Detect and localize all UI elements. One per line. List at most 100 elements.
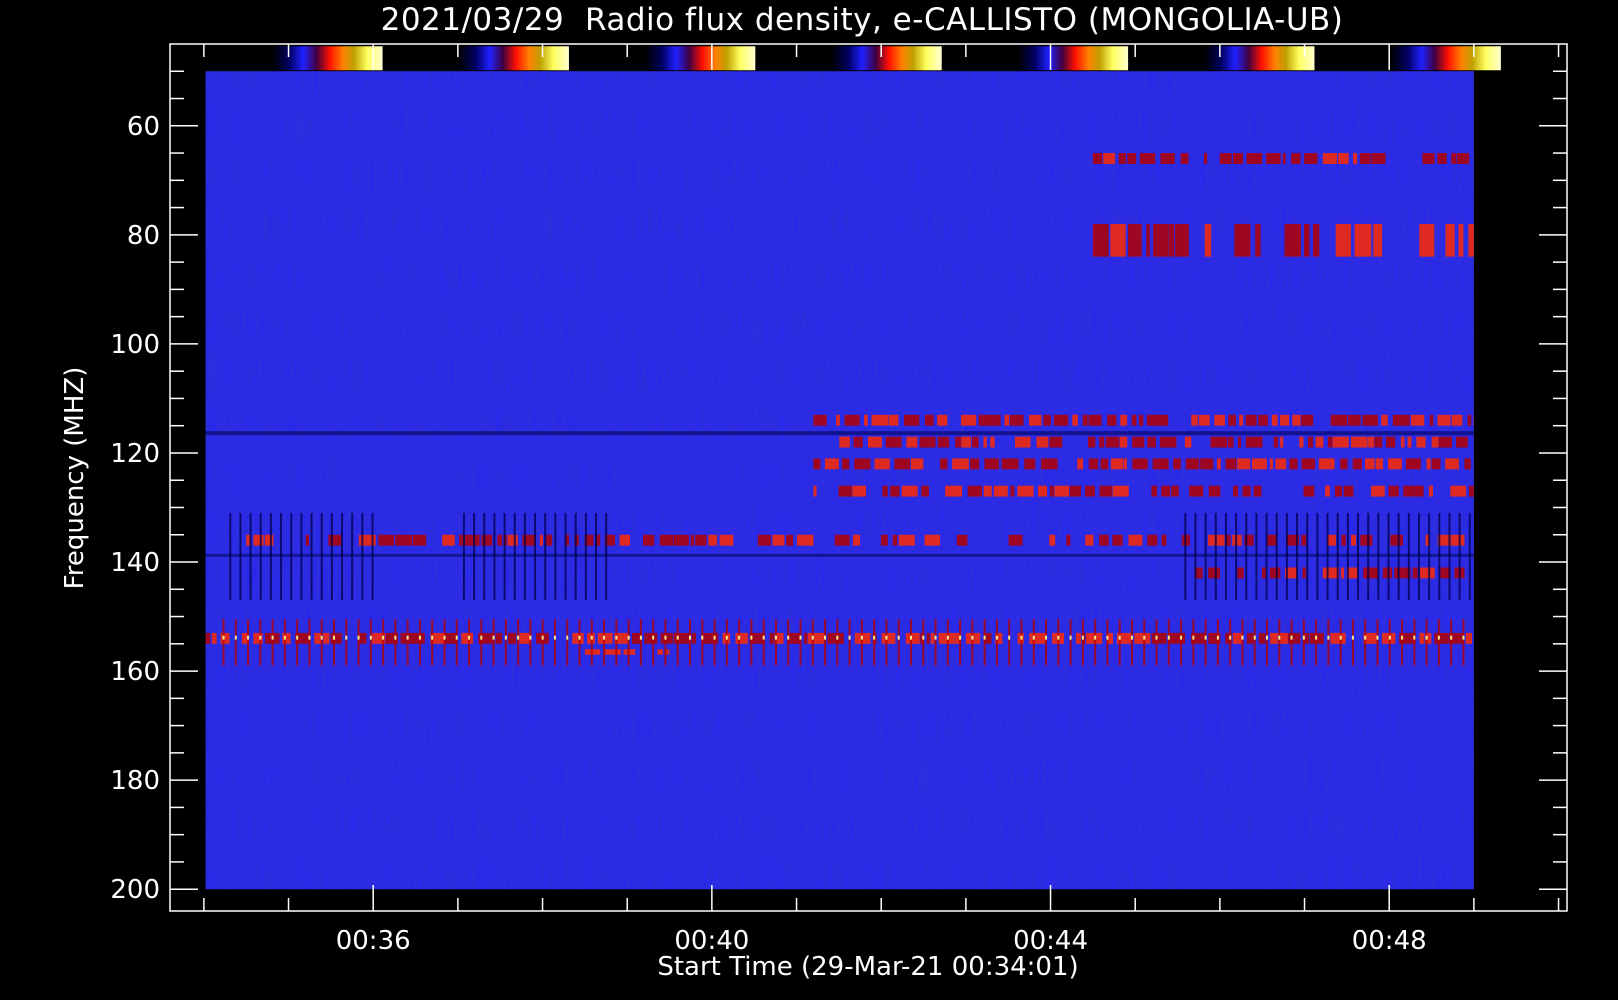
- emission-segment: [546, 534, 553, 546]
- spike-peak: [922, 635, 925, 640]
- emission-segment: [1307, 436, 1314, 448]
- spike-peak: [1216, 635, 1219, 640]
- emission-segment: [813, 414, 827, 426]
- emission-segment: [1253, 485, 1262, 497]
- emission-segment: [1246, 153, 1263, 164]
- emission-segment: [1131, 414, 1137, 426]
- colorbar-2: [458, 46, 569, 71]
- emission-segment: [1233, 153, 1244, 164]
- spike-peak: [320, 635, 323, 640]
- emission-segment: [1400, 436, 1405, 448]
- emission-segment: [888, 414, 899, 426]
- emission-segment: [1258, 632, 1266, 644]
- emission-segment: [898, 534, 915, 546]
- emission-segment: [937, 436, 950, 448]
- spike-peak: [824, 635, 827, 640]
- spectrogram-plot-area: [205, 71, 1474, 890]
- spike-peak: [897, 635, 900, 640]
- spike: [762, 619, 765, 666]
- spike: [283, 619, 286, 666]
- spike: [1376, 619, 1379, 666]
- emission-segment: [1419, 632, 1425, 644]
- emission-segment: [701, 632, 719, 644]
- emission-segment: [1008, 534, 1023, 546]
- emission-segment: [1153, 223, 1169, 257]
- emission-segment: [1282, 153, 1286, 164]
- spike: [541, 619, 544, 666]
- emission-segment: [1075, 632, 1081, 644]
- spike-peak: [639, 635, 642, 640]
- emission-segment: [1029, 414, 1042, 426]
- spike: [1094, 619, 1097, 666]
- emission-segment: [1069, 485, 1082, 497]
- emission-segment: [205, 632, 211, 644]
- emission-segment: [1134, 632, 1151, 644]
- spike-peak: [345, 635, 348, 640]
- spike-peak: [615, 635, 618, 640]
- emission-segment: [1128, 534, 1143, 546]
- spike: [1167, 619, 1170, 666]
- emission-segment: [1458, 223, 1464, 257]
- spike: [836, 619, 839, 666]
- emission-segment: [1416, 436, 1426, 448]
- emission-segment: [1204, 223, 1212, 257]
- spike: [1302, 619, 1305, 666]
- emission-segment: [1353, 153, 1358, 164]
- emission-segment: [1017, 485, 1034, 497]
- emission-segment: [1450, 485, 1467, 497]
- spike-peak: [468, 635, 471, 640]
- emission-segment: [1437, 414, 1451, 426]
- emission-segment: [673, 534, 689, 546]
- emission-segment: [1451, 414, 1463, 426]
- emission-segment: [1392, 414, 1410, 426]
- spike: [1069, 619, 1072, 666]
- spectrogram-noise: [205, 71, 1474, 890]
- emission-segment: [314, 632, 322, 644]
- emission-segment: [1103, 153, 1116, 164]
- emission-segment: [1112, 485, 1129, 497]
- emission-segment: [1348, 414, 1361, 426]
- emission-segment: [1327, 436, 1333, 448]
- spike-peak: [541, 635, 544, 640]
- emission-segment: [1100, 458, 1109, 470]
- spike: [639, 619, 642, 666]
- colorbar-4: [831, 46, 942, 71]
- y-axis-label: Frequency (MHZ): [60, 367, 90, 590]
- colorbar-5: [1018, 46, 1129, 71]
- emission-segment: [1173, 458, 1181, 470]
- spike: [934, 619, 937, 666]
- emission-segment: [1107, 414, 1117, 426]
- emission-segment: [1431, 436, 1439, 448]
- emission-segment: [539, 534, 543, 546]
- emission-segment: [890, 485, 900, 497]
- spike-dark: [320, 512, 323, 601]
- emission-segment: [1258, 414, 1269, 426]
- spike: [1388, 619, 1391, 666]
- emission-segment: [1371, 153, 1386, 164]
- emission-segment: [1343, 485, 1354, 497]
- emission-segment: [1374, 436, 1383, 448]
- emission-segment: [1151, 632, 1167, 644]
- emission-segment: [1468, 485, 1474, 497]
- y-tick-label: 200: [110, 875, 160, 905]
- spike-peak: [995, 635, 998, 640]
- emission-segment: [945, 485, 963, 497]
- emission-segment: [894, 458, 911, 470]
- emission-segment: [1464, 458, 1471, 470]
- spike: [873, 619, 876, 666]
- emission-segment: [1242, 485, 1251, 497]
- emission-segment: [1085, 485, 1095, 497]
- spike: [504, 619, 507, 666]
- spike: [1450, 619, 1453, 666]
- spike: [222, 619, 225, 666]
- emission-segment: [956, 534, 968, 546]
- emission-segment: [1468, 223, 1474, 257]
- spike: [1290, 619, 1293, 666]
- emission-segment: [1385, 436, 1396, 448]
- spike-dark: [1387, 512, 1390, 601]
- spike-peak: [443, 635, 446, 640]
- emission-segment: [1412, 567, 1418, 579]
- spike-dark: [1214, 512, 1217, 601]
- emission-segment: [1352, 458, 1363, 470]
- emission-segment: [854, 458, 871, 470]
